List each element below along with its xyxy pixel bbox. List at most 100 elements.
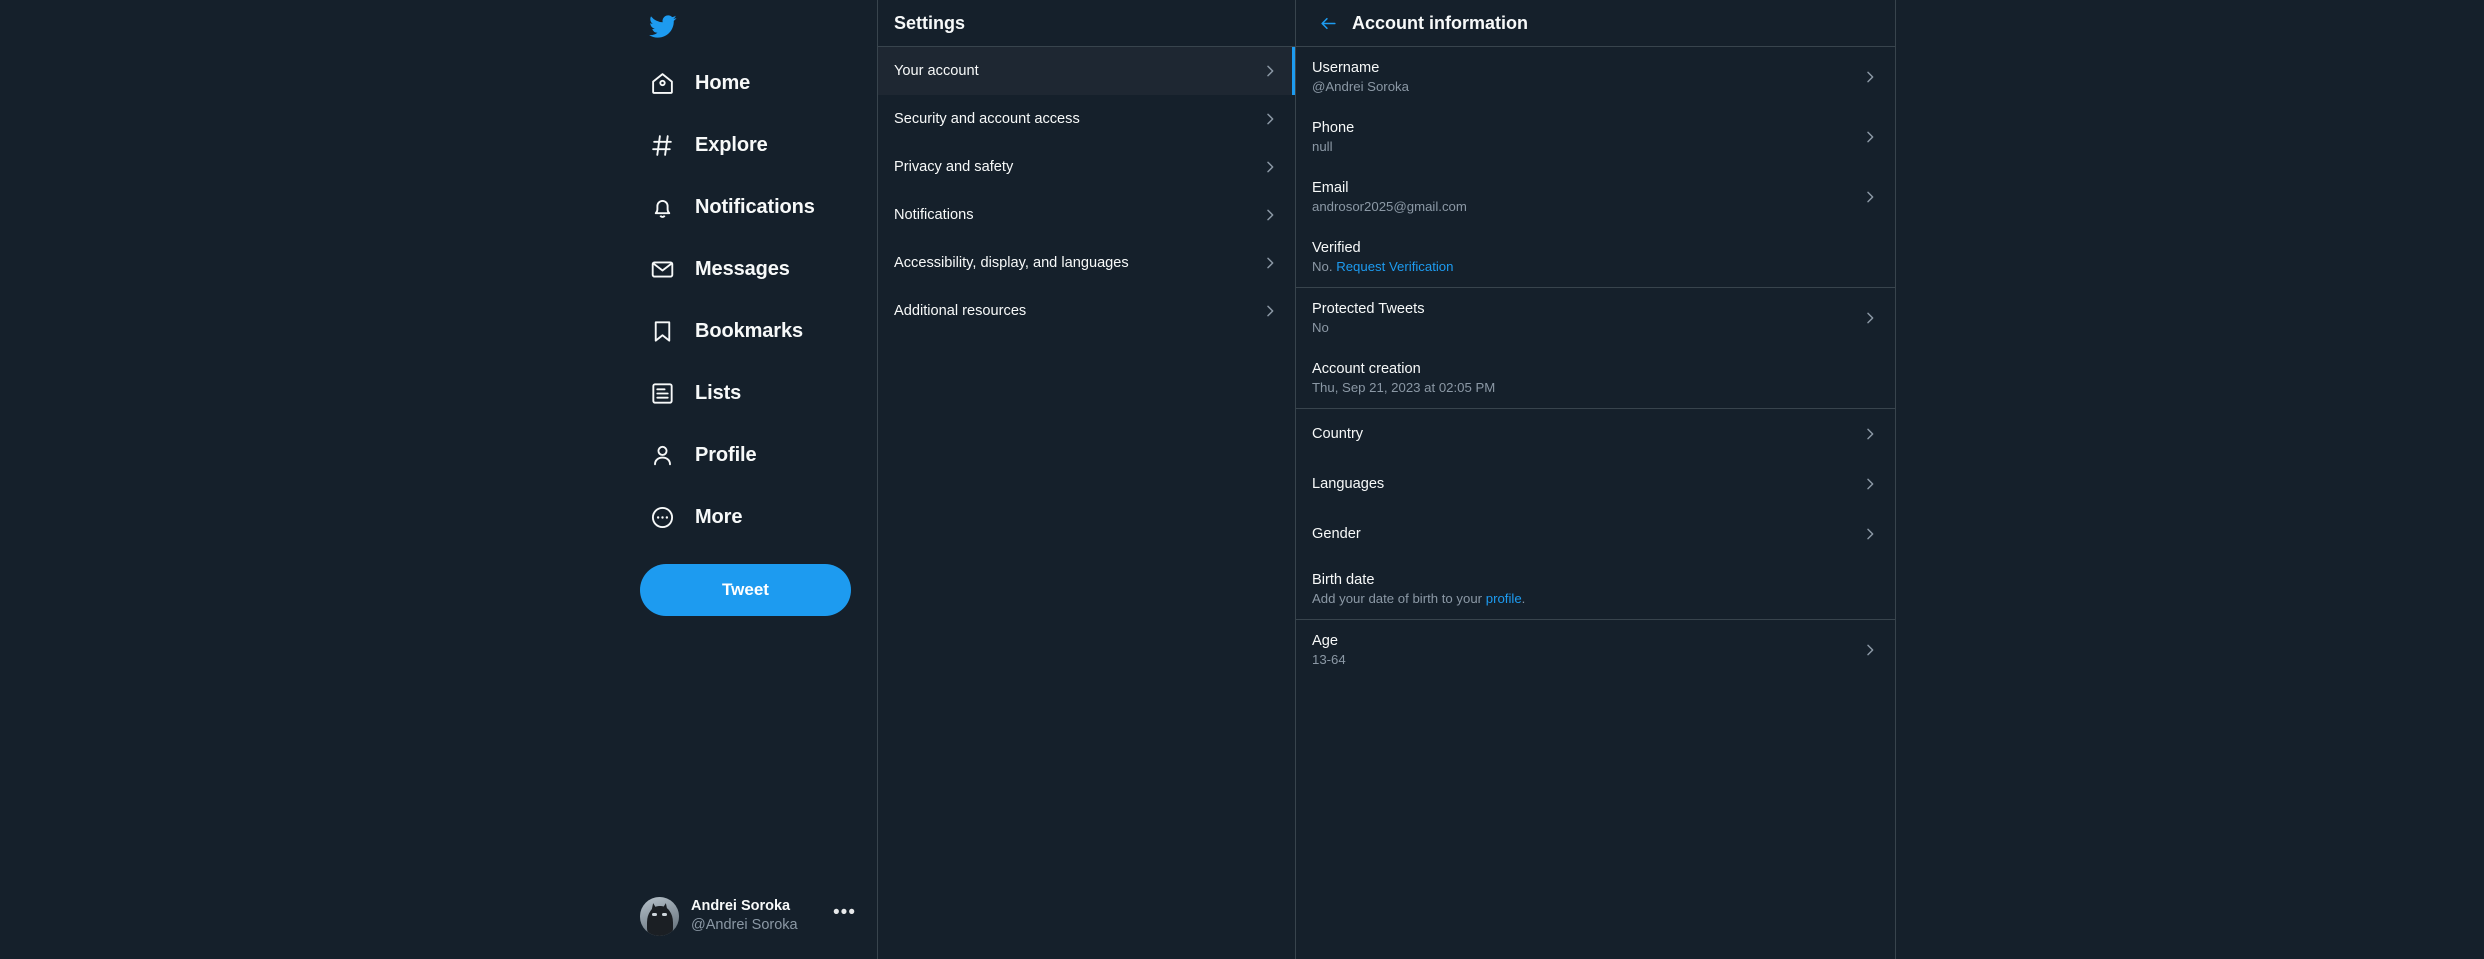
sidebar-item-label: Notifications bbox=[695, 195, 815, 218]
info-group: Protected Tweets No Account creation Thu… bbox=[1296, 288, 1895, 409]
chevron-right-icon bbox=[1261, 158, 1279, 176]
detail-header: Account information bbox=[1296, 0, 1895, 47]
arrow-left-icon bbox=[1319, 14, 1338, 33]
sidebar-item-label: Explore bbox=[695, 133, 768, 156]
person-icon bbox=[648, 441, 676, 469]
tweet-button[interactable]: Tweet bbox=[640, 564, 851, 616]
sidebar-item-more[interactable]: More bbox=[628, 486, 877, 548]
ellipsis-icon[interactable]: ••• bbox=[827, 903, 856, 922]
settings-item-security-and-account-access[interactable]: Security and account access bbox=[878, 95, 1295, 143]
info-row-texts: Protected Tweets No bbox=[1312, 299, 1861, 337]
chevron-right-icon bbox=[1861, 641, 1879, 659]
back-button[interactable] bbox=[1312, 7, 1344, 39]
settings-item-notifications[interactable]: Notifications bbox=[878, 191, 1295, 239]
selected-indicator bbox=[1292, 47, 1295, 95]
info-row-label: Username bbox=[1312, 60, 1380, 76]
sidebar-item-explore[interactable]: Explore bbox=[628, 114, 877, 176]
hashtag-icon bbox=[648, 131, 676, 159]
settings-column: Settings Your account Security and accou… bbox=[877, 0, 1296, 959]
chevron-right-icon bbox=[1861, 188, 1879, 206]
info-row-verified: Verified No. Request Verification bbox=[1296, 227, 1895, 287]
info-row-value: 13-64 bbox=[1312, 652, 1346, 667]
info-row-birth-date: Birth date Add your date of birth to you… bbox=[1296, 559, 1895, 619]
home-icon bbox=[648, 69, 676, 97]
sidebar-item-notifications[interactable]: Notifications bbox=[628, 176, 877, 238]
sidebar-item-profile[interactable]: Profile bbox=[628, 424, 877, 486]
info-row-label: Gender bbox=[1312, 526, 1361, 542]
info-row-texts: Age 13-64 bbox=[1312, 631, 1861, 669]
info-group: Username @Andrei Soroka Phone null Email… bbox=[1296, 47, 1895, 288]
more-circle-icon bbox=[648, 503, 676, 531]
info-row-label: Phone bbox=[1312, 120, 1355, 136]
page-title: Settings bbox=[894, 12, 966, 33]
twitter-logo[interactable] bbox=[628, 0, 877, 52]
request-verification-link[interactable]: Request Verification bbox=[1336, 259, 1453, 274]
info-row-country[interactable]: Country bbox=[1296, 409, 1895, 459]
settings-item-additional-resources[interactable]: Additional resources bbox=[878, 287, 1295, 335]
sidebar-item-messages[interactable]: Messages bbox=[628, 238, 877, 300]
list-icon bbox=[648, 379, 676, 407]
info-row-label: Email bbox=[1312, 180, 1349, 196]
verified-status-text: No. bbox=[1312, 259, 1337, 274]
info-row-label: Languages bbox=[1312, 476, 1385, 492]
info-row-texts: Verified No. Request Verification bbox=[1312, 238, 1879, 276]
info-row-label: Account creation bbox=[1312, 361, 1421, 377]
settings-item-label: Privacy and safety bbox=[894, 159, 1014, 175]
info-row-protected-tweets[interactable]: Protected Tweets No bbox=[1296, 288, 1895, 348]
info-row-value: No. Request Verification bbox=[1312, 258, 1879, 276]
chevron-right-icon bbox=[1861, 128, 1879, 146]
info-row-label: Birth date bbox=[1312, 572, 1375, 588]
info-row-age[interactable]: Age 13-64 bbox=[1296, 620, 1895, 680]
info-row-username[interactable]: Username @Andrei Soroka bbox=[1296, 47, 1895, 107]
left-gutter bbox=[0, 0, 620, 959]
settings-item-label: Notifications bbox=[894, 207, 974, 223]
info-row-value: No bbox=[1312, 320, 1329, 335]
settings-item-label: Security and account access bbox=[894, 111, 1080, 127]
sidebar-item-home[interactable]: Home bbox=[628, 52, 877, 114]
sidebar-item-label: Profile bbox=[695, 443, 757, 466]
settings-item-accessibility-display-and-languages[interactable]: Accessibility, display, and languages bbox=[878, 239, 1295, 287]
info-row-label: Protected Tweets bbox=[1312, 301, 1425, 317]
sidebar-item-bookmarks[interactable]: Bookmarks bbox=[628, 300, 877, 362]
sidebar-item-label: Bookmarks bbox=[695, 319, 804, 342]
info-row-phone[interactable]: Phone null bbox=[1296, 107, 1895, 167]
info-row-value: androsor2025@gmail.com bbox=[1312, 199, 1467, 214]
info-row-value: null bbox=[1312, 139, 1333, 154]
chevron-right-icon bbox=[1261, 302, 1279, 320]
info-row-gender[interactable]: Gender bbox=[1296, 509, 1895, 559]
info-row-texts: Gender bbox=[1312, 524, 1861, 544]
chevron-right-icon bbox=[1861, 309, 1879, 327]
info-row-texts: Username @Andrei Soroka bbox=[1312, 58, 1861, 96]
settings-item-label: Accessibility, display, and languages bbox=[894, 255, 1129, 271]
info-row-email[interactable]: Email androsor2025@gmail.com bbox=[1296, 167, 1895, 227]
info-row-languages[interactable]: Languages bbox=[1296, 459, 1895, 509]
sidebar-item-label: Home bbox=[695, 71, 751, 94]
account-handle: @Andrei Soroka bbox=[691, 917, 798, 933]
info-row-texts: Languages bbox=[1312, 474, 1861, 494]
twitter-bird-icon bbox=[648, 12, 677, 41]
settings-item-label: Your account bbox=[894, 63, 979, 79]
chevron-right-icon bbox=[1861, 525, 1879, 543]
account-information-panel: Account information Username @Andrei Sor… bbox=[1296, 0, 1896, 959]
profile-link[interactable]: profile bbox=[1486, 591, 1522, 606]
chevron-right-icon bbox=[1261, 110, 1279, 128]
account-switcher[interactable]: Andrei Soroka @Andrei Soroka ••• bbox=[628, 885, 868, 947]
info-row-texts: Email androsor2025@gmail.com bbox=[1312, 178, 1861, 216]
sidebar-item-label: More bbox=[695, 505, 743, 528]
settings-item-privacy-and-safety[interactable]: Privacy and safety bbox=[878, 143, 1295, 191]
info-row-texts: Phone null bbox=[1312, 118, 1861, 156]
settings-item-your-account[interactable]: Your account bbox=[878, 47, 1295, 95]
info-row-value: @Andrei Soroka bbox=[1312, 79, 1409, 94]
sidebar-item-lists[interactable]: Lists bbox=[628, 362, 877, 424]
detail-page-title: Account information bbox=[1352, 12, 1528, 33]
account-display-name: Andrei Soroka bbox=[691, 898, 791, 914]
info-group: Age 13-64 bbox=[1296, 620, 1895, 680]
sidebar-item-label: Lists bbox=[695, 381, 742, 404]
chevron-right-icon bbox=[1861, 425, 1879, 443]
twitter-settings-app: Home Explore Notifications Messages Book… bbox=[0, 0, 2484, 959]
info-row-value: Add your date of birth to your profile. bbox=[1312, 590, 1879, 608]
info-row-texts: Birth date Add your date of birth to you… bbox=[1312, 570, 1879, 608]
bell-icon bbox=[648, 193, 676, 221]
birth-date-hint-text: Add your date of birth to your bbox=[1312, 591, 1486, 606]
info-row-account-creation: Account creation Thu, Sep 21, 2023 at 02… bbox=[1296, 348, 1895, 408]
